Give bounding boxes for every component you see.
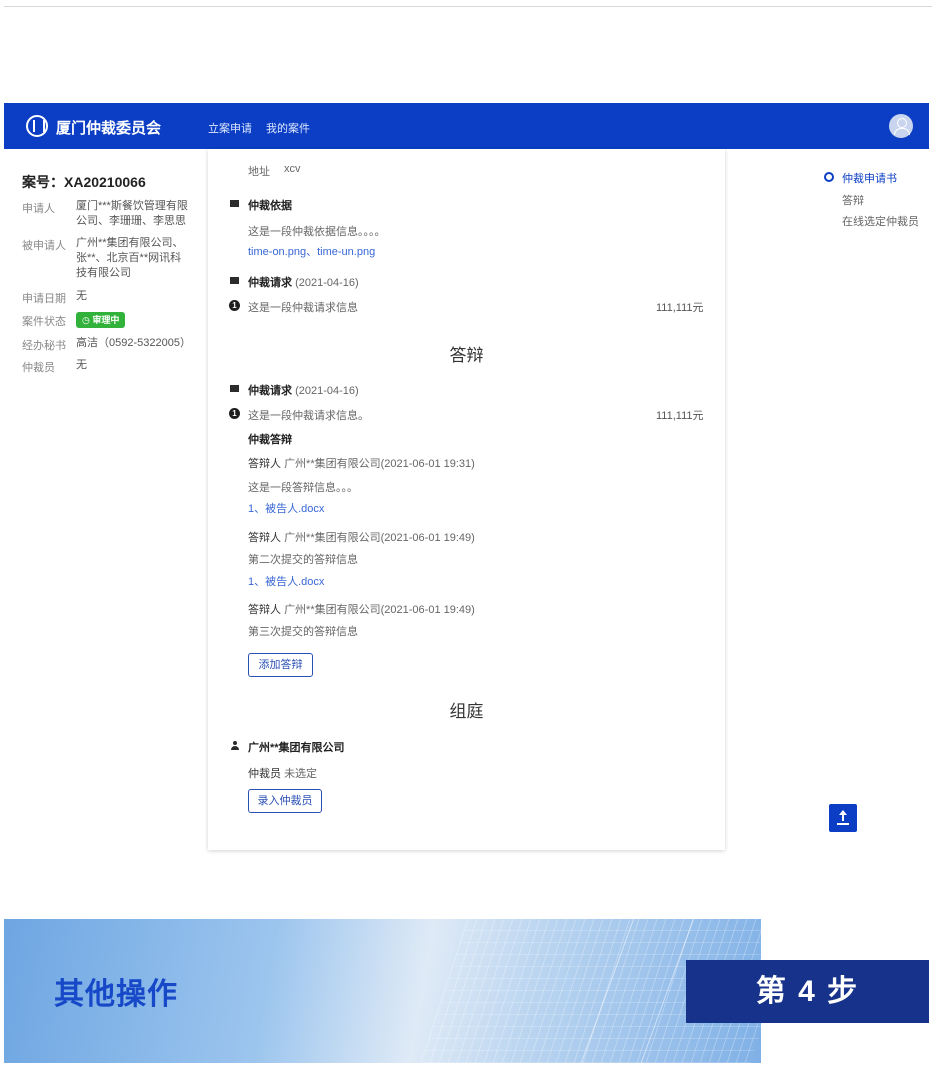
status-badge-text: 审理中 [92, 315, 120, 325]
case-status-label: 案件状态 [22, 316, 66, 328]
tribunal-arbitrator-row: 仲裁员 未选定 [248, 765, 317, 781]
basis-files: time-on.png、time-un.png [248, 242, 375, 260]
defense-request-amount: 111,111元 [656, 410, 704, 422]
anchor-select-arbitrator[interactable]: 在线选定仲裁员 [842, 213, 919, 229]
banner-title: 其他操作 [54, 978, 178, 1011]
defender-label: 答辩人 [248, 532, 281, 544]
arrow-up-icon [839, 810, 847, 815]
status-badge: ◷ 审理中 [76, 312, 126, 328]
defense-request-title: 仲裁请求 [248, 385, 292, 397]
step-label: 第 4 步 [755, 975, 860, 1008]
file-separator: 、 [306, 246, 318, 258]
defender-party: 广州**集团有限公司 [284, 458, 381, 470]
defense-text: 第二次提交的答辩信息 [248, 554, 358, 566]
tribunal-arbitrator-value: 未选定 [284, 768, 318, 780]
defense-text: 第三次提交的答辩信息 [248, 626, 358, 638]
file-link[interactable]: time-un.png [317, 246, 375, 258]
step-badge: 第 4 步 [686, 960, 929, 1023]
request-item: 这是一段仲裁请求信息 [248, 302, 358, 314]
back-to-top-button[interactable] [829, 804, 857, 832]
request-amount: 111,111元 [656, 302, 704, 314]
request-date: (2021-04-16) [295, 277, 359, 289]
arbitrator-label: 仲裁员 [22, 362, 55, 374]
top-divider [4, 6, 932, 7]
nav-my-cases[interactable]: 我的案件 [266, 120, 310, 136]
applicant-value: 厦门***斯餐饮管理有限公司、李珊珊、李思思 [76, 200, 188, 227]
defense-time: (2021-06-01 19:49) [380, 604, 475, 616]
request-title-row: 仲裁请求 (2021-04-16) [248, 274, 359, 290]
anchor-defense[interactable]: 答辩 [842, 192, 864, 208]
defense-title: 仲裁答辩 [248, 434, 292, 446]
secretary-value: 高洁（0592-5322005） [76, 337, 191, 349]
defense-file-link[interactable]: 1、被告人.docx [248, 500, 324, 516]
defender-label: 答辩人 [248, 604, 281, 616]
app-header: 厦门仲裁委员会 立案申请 我的案件 [4, 103, 929, 149]
banner-image: 其他操作 [4, 919, 761, 1063]
address-value: xcv [284, 163, 301, 175]
applicant-label: 申请人 [22, 203, 55, 215]
respondent-value: 广州**集团有限公司、张**、北京百**网讯科技有限公司 [76, 237, 184, 279]
case-number: 案号：XA20210066 [22, 174, 146, 190]
defense-file-link[interactable]: 1、被告人.docx [248, 573, 324, 589]
section-flag-icon [230, 385, 239, 392]
defense-entry-header: 答辩人 广州**集团有限公司(2021-06-01 19:49) [248, 529, 475, 545]
defense-request-row: 仲裁请求 (2021-04-16) [248, 382, 359, 398]
user-avatar-icon[interactable] [889, 114, 913, 138]
basis-text: 这是一段仲裁依据信息。。。。 [248, 226, 386, 238]
case-detail-card: 地址 xcv 仲裁依据 这是一段仲裁依据信息。。。。 time-on.png、t… [208, 149, 725, 850]
respondent-label: 被申请人 [22, 240, 66, 252]
tribunal-party: 广州**集团有限公司 [248, 742, 345, 754]
defender-label: 答辩人 [248, 458, 281, 470]
logo-icon [26, 115, 48, 137]
item-number-icon: 1 [229, 408, 240, 419]
secretary-label: 经办秘书 [22, 340, 66, 352]
apply-date-label: 申请日期 [22, 293, 66, 305]
defender-party: 广州**集团有限公司 [284, 532, 381, 544]
defender-party: 广州**集团有限公司 [284, 604, 381, 616]
add-defense-button[interactable]: 添加答辩 [248, 653, 313, 677]
file-link[interactable]: time-on.png [248, 246, 306, 258]
party-user-icon [230, 741, 240, 751]
section-flag-icon [230, 200, 239, 207]
basis-title: 仲裁依据 [248, 200, 292, 212]
defense-entry-header: 答辩人 广州**集团有限公司(2021-06-01 19:49) [248, 601, 475, 617]
address-label: 地址 [248, 166, 270, 178]
apply-date-value: 无 [76, 290, 87, 302]
defense-time: (2021-06-01 19:49) [380, 532, 475, 544]
anchor-active-icon [824, 172, 834, 182]
anchor-application[interactable]: 仲裁申请书 [842, 170, 897, 186]
defense-time: (2021-06-01 19:31) [380, 458, 475, 470]
nav-file-case[interactable]: 立案申请 [208, 120, 252, 136]
enter-arbitrator-button[interactable]: 录入仲裁员 [248, 789, 322, 813]
defense-entry-header: 答辩人 广州**集团有限公司(2021-06-01 19:31) [248, 455, 475, 471]
defense-request-item: 这是一段仲裁请求信息。 [248, 410, 369, 422]
section-flag-icon [230, 277, 239, 284]
request-title: 仲裁请求 [248, 277, 292, 289]
tribunal-arbitrator-label: 仲裁员 [248, 768, 281, 780]
item-number-icon: 1 [229, 300, 240, 311]
defense-section-title: 答辩 [449, 346, 484, 365]
tribunal-section-title: 组庭 [449, 702, 484, 721]
defense-request-date: (2021-04-16) [295, 385, 359, 397]
arbitrator-value: 无 [76, 359, 87, 371]
defense-text: 这是一段答辩信息。。。 [248, 482, 358, 494]
app-title: 厦门仲裁委员会 [56, 120, 162, 137]
